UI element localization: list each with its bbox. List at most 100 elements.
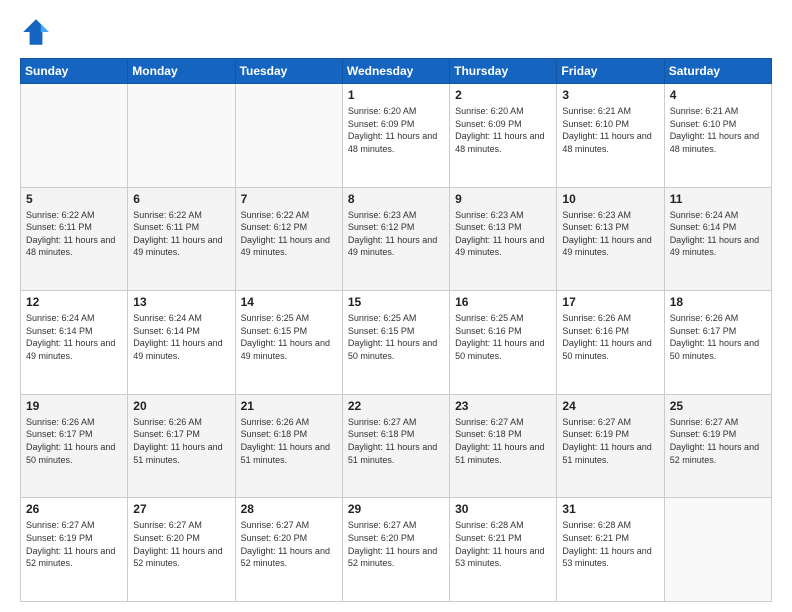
day-info: Sunrise: 6:28 AM Sunset: 6:21 PM Dayligh… [562,519,658,569]
calendar-cell: 19 Sunrise: 6:26 AM Sunset: 6:17 PM Dayli… [21,394,128,498]
calendar-cell: 17Sunrise: 6:26 AM Sunset: 6:16 PM Dayli… [557,291,664,395]
day-number: 31 [562,502,658,516]
calendar-cell: 5 Sunrise: 6:22 AM Sunset: 6:11 PM Daylig… [21,187,128,291]
calendar-cell [664,498,771,602]
day-info: Sunrise: 6:22 AM Sunset: 6:11 PM Dayligh… [26,209,122,259]
day-number: 5 [26,192,122,206]
day-number: 4 [670,88,766,102]
calendar-week-2: 5 Sunrise: 6:22 AM Sunset: 6:11 PM Daylig… [21,187,772,291]
day-info: Sunrise: 6:24 AM Sunset: 6:14 PM Dayligh… [670,209,766,259]
day-number: 26 [26,502,122,516]
day-number: 22 [348,399,444,413]
day-info: Sunrise: 6:27 AM Sunset: 6:18 PM Dayligh… [348,416,444,466]
calendar-cell: 29 Sunrise: 6:27 AM Sunset: 6:20 PM Dayli… [342,498,449,602]
day-number: 10 [562,192,658,206]
day-info: Sunrise: 6:24 AM Sunset: 6:14 PM Dayligh… [133,312,229,362]
day-info: Sunrise: 6:26 AM Sunset: 6:16 PM Dayligh… [562,312,658,362]
day-info: Sunrise: 6:28 AM Sunset: 6:21 PM Dayligh… [455,519,551,569]
calendar-cell: 10 Sunrise: 6:23 AM Sunset: 6:13 PM Dayli… [557,187,664,291]
calendar-cell: 24 Sunrise: 6:27 AM Sunset: 6:19 PM Dayli… [557,394,664,498]
day-number: 20 [133,399,229,413]
day-info: Sunrise: 6:26 AM Sunset: 6:17 PM Dayligh… [133,416,229,466]
day-info: Sunrise: 6:26 AM Sunset: 6:18 PM Dayligh… [241,416,337,466]
day-number: 23 [455,399,551,413]
day-info: Sunrise: 6:27 AM Sunset: 6:19 PM Dayligh… [670,416,766,466]
calendar-cell [128,84,235,188]
day-header-tuesday: Tuesday [235,59,342,84]
logo-icon [20,16,52,48]
day-info: Sunrise: 6:25 AM Sunset: 6:15 PM Dayligh… [241,312,337,362]
calendar-cell: 8Sunrise: 6:23 AM Sunset: 6:12 PM Daylig… [342,187,449,291]
day-header-saturday: Saturday [664,59,771,84]
day-info: Sunrise: 6:20 AM Sunset: 6:09 PM Dayligh… [455,105,551,155]
page: SundayMondayTuesdayWednesdayThursdayFrid… [0,0,792,612]
day-info: Sunrise: 6:23 AM Sunset: 6:13 PM Dayligh… [455,209,551,259]
day-info: Sunrise: 6:26 AM Sunset: 6:17 PM Dayligh… [26,416,122,466]
calendar-week-3: 12 Sunrise: 6:24 AM Sunset: 6:14 PM Dayli… [21,291,772,395]
calendar-cell: 21Sunrise: 6:26 AM Sunset: 6:18 PM Dayli… [235,394,342,498]
calendar-cell: 20 Sunrise: 6:26 AM Sunset: 6:17 PM Dayli… [128,394,235,498]
header [20,16,772,48]
day-info: Sunrise: 6:23 AM Sunset: 6:13 PM Dayligh… [562,209,658,259]
day-number: 19 [26,399,122,413]
day-number: 2 [455,88,551,102]
day-number: 25 [670,399,766,413]
day-info: Sunrise: 6:24 AM Sunset: 6:14 PM Dayligh… [26,312,122,362]
day-number: 28 [241,502,337,516]
day-info: Sunrise: 6:25 AM Sunset: 6:16 PM Dayligh… [455,312,551,362]
calendar-cell: 27 Sunrise: 6:27 AM Sunset: 6:20 PM Dayli… [128,498,235,602]
day-number: 15 [348,295,444,309]
day-number: 11 [670,192,766,206]
calendar-week-5: 26 Sunrise: 6:27 AM Sunset: 6:19 PM Dayli… [21,498,772,602]
day-number: 12 [26,295,122,309]
logo [20,16,56,48]
day-header-friday: Friday [557,59,664,84]
calendar-cell [235,84,342,188]
day-number: 3 [562,88,658,102]
header-row: SundayMondayTuesdayWednesdayThursdayFrid… [21,59,772,84]
day-info: Sunrise: 6:21 AM Sunset: 6:10 PM Dayligh… [670,105,766,155]
calendar-cell: 18 Sunrise: 6:26 AM Sunset: 6:17 PM Dayli… [664,291,771,395]
calendar-cell: 9 Sunrise: 6:23 AM Sunset: 6:13 PM Daylig… [450,187,557,291]
day-number: 8 [348,192,444,206]
day-number: 16 [455,295,551,309]
day-number: 27 [133,502,229,516]
calendar-cell: 26 Sunrise: 6:27 AM Sunset: 6:19 PM Dayli… [21,498,128,602]
calendar-table: SundayMondayTuesdayWednesdayThursdayFrid… [20,58,772,602]
day-info: Sunrise: 6:27 AM Sunset: 6:20 PM Dayligh… [241,519,337,569]
day-number: 13 [133,295,229,309]
calendar-cell: 1 Sunrise: 6:20 AM Sunset: 6:09 PM Daylig… [342,84,449,188]
day-number: 24 [562,399,658,413]
day-number: 18 [670,295,766,309]
day-number: 1 [348,88,444,102]
calendar-cell: 2 Sunrise: 6:20 AM Sunset: 6:09 PM Daylig… [450,84,557,188]
calendar-cell: 22 Sunrise: 6:27 AM Sunset: 6:18 PM Dayli… [342,394,449,498]
calendar-cell: 31 Sunrise: 6:28 AM Sunset: 6:21 PM Dayli… [557,498,664,602]
calendar-cell: 4 Sunrise: 6:21 AM Sunset: 6:10 PM Daylig… [664,84,771,188]
day-info: Sunrise: 6:25 AM Sunset: 6:15 PM Dayligh… [348,312,444,362]
calendar-cell: 13 Sunrise: 6:24 AM Sunset: 6:14 PM Dayli… [128,291,235,395]
calendar-cell: 6 Sunrise: 6:22 AM Sunset: 6:11 PM Daylig… [128,187,235,291]
calendar-cell: 7Sunrise: 6:22 AM Sunset: 6:12 PM Daylig… [235,187,342,291]
day-info: Sunrise: 6:27 AM Sunset: 6:19 PM Dayligh… [562,416,658,466]
day-header-wednesday: Wednesday [342,59,449,84]
day-number: 9 [455,192,551,206]
day-info: Sunrise: 6:27 AM Sunset: 6:19 PM Dayligh… [26,519,122,569]
day-number: 30 [455,502,551,516]
day-number: 29 [348,502,444,516]
day-info: Sunrise: 6:27 AM Sunset: 6:20 PM Dayligh… [133,519,229,569]
calendar-week-4: 19 Sunrise: 6:26 AM Sunset: 6:17 PM Dayli… [21,394,772,498]
day-info: Sunrise: 6:27 AM Sunset: 6:20 PM Dayligh… [348,519,444,569]
calendar-cell [21,84,128,188]
calendar-cell: 11 Sunrise: 6:24 AM Sunset: 6:14 PM Dayli… [664,187,771,291]
day-info: Sunrise: 6:26 AM Sunset: 6:17 PM Dayligh… [670,312,766,362]
calendar-week-1: 1 Sunrise: 6:20 AM Sunset: 6:09 PM Daylig… [21,84,772,188]
day-info: Sunrise: 6:22 AM Sunset: 6:12 PM Dayligh… [241,209,337,259]
day-header-sunday: Sunday [21,59,128,84]
calendar-cell: 28 Sunrise: 6:27 AM Sunset: 6:20 PM Dayli… [235,498,342,602]
day-number: 6 [133,192,229,206]
calendar-cell: 15 Sunrise: 6:25 AM Sunset: 6:15 PM Dayli… [342,291,449,395]
day-info: Sunrise: 6:21 AM Sunset: 6:10 PM Dayligh… [562,105,658,155]
day-info: Sunrise: 6:22 AM Sunset: 6:11 PM Dayligh… [133,209,229,259]
day-info: Sunrise: 6:20 AM Sunset: 6:09 PM Dayligh… [348,105,444,155]
